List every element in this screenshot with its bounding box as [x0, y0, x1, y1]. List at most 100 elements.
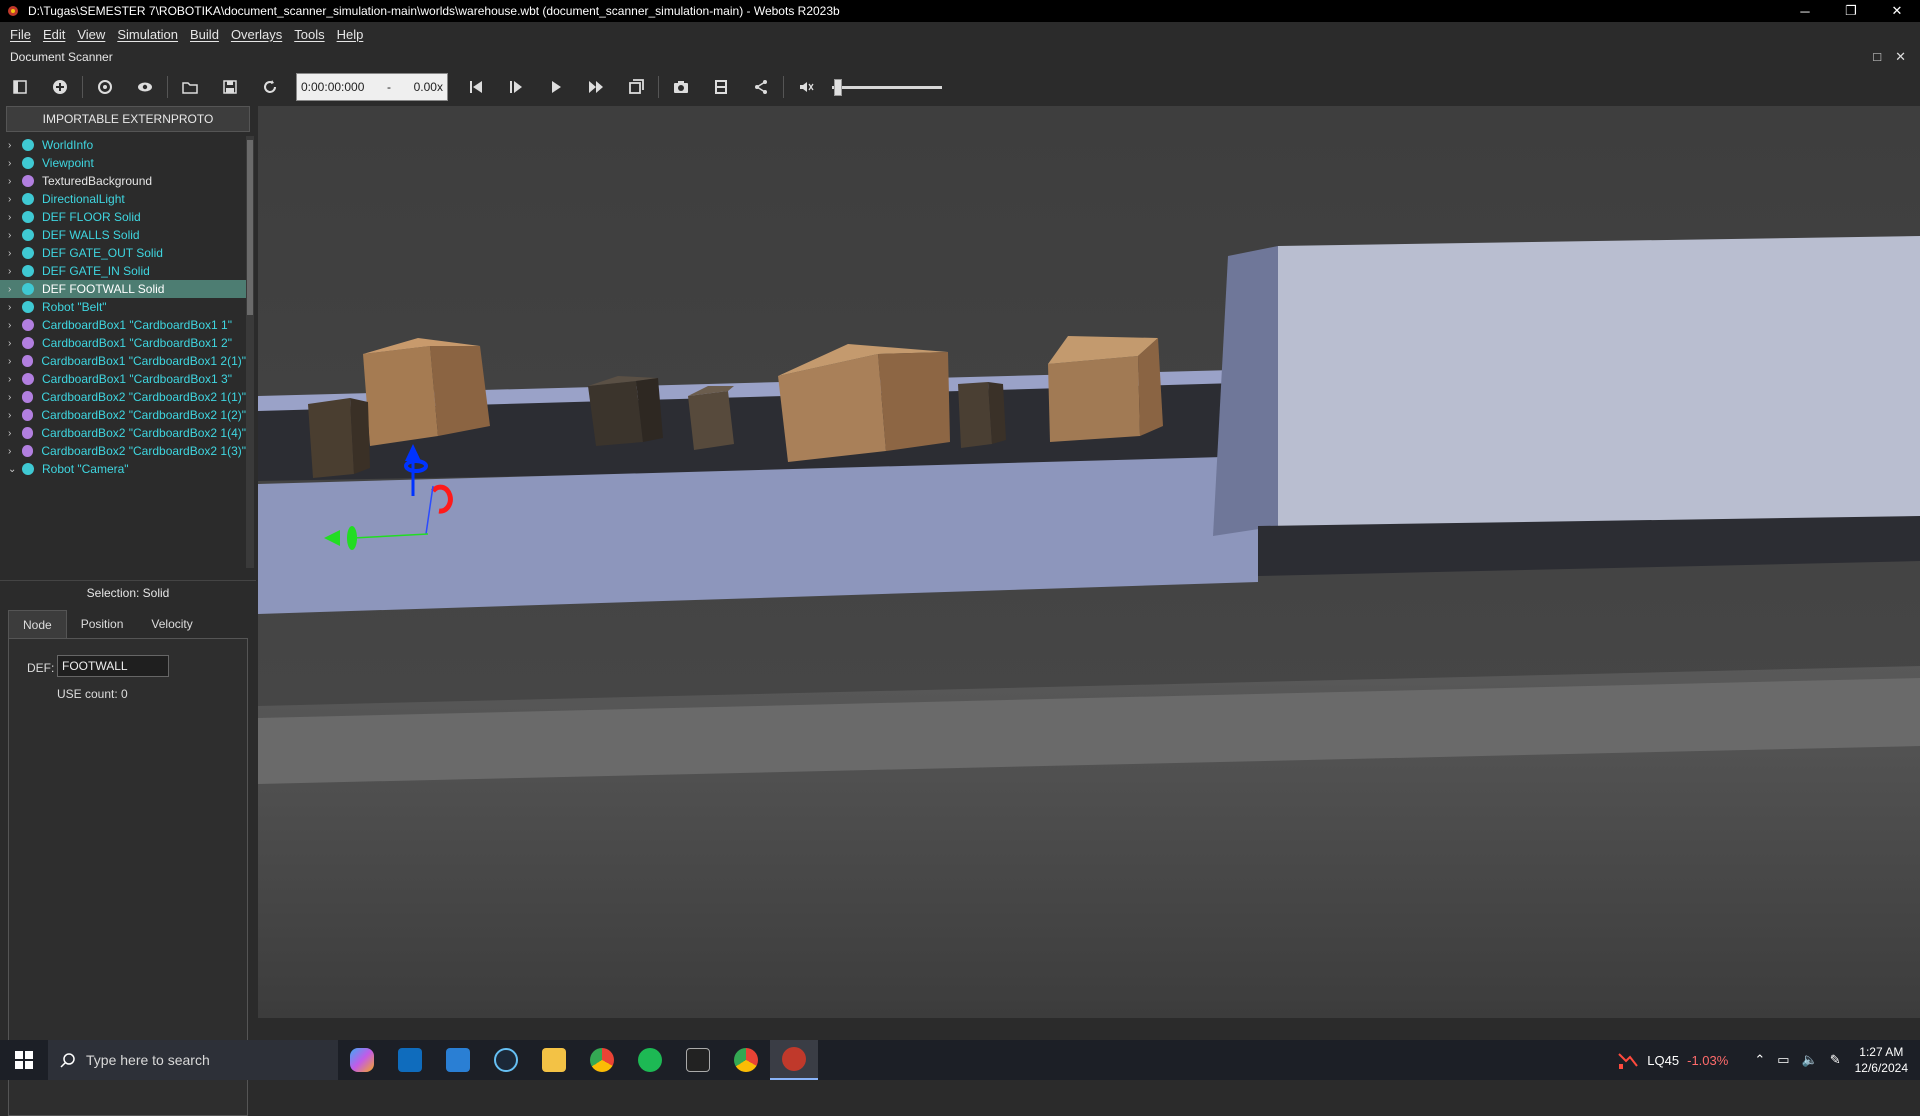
- volume-icon[interactable]: 🔈: [1802, 1052, 1818, 1068]
- copilot-icon[interactable]: [338, 1040, 386, 1080]
- webots-taskbar-icon[interactable]: [770, 1040, 818, 1080]
- reload-node-icon[interactable]: [85, 72, 125, 102]
- stock-chart-icon[interactable]: [1617, 1050, 1639, 1070]
- scene-tree-node[interactable]: › DEF FOOTWALL Solid: [0, 280, 246, 298]
- scene-tree-node[interactable]: › CardboardBox2 "CardboardBox2 1(4)": [0, 424, 246, 442]
- chevron-right-icon[interactable]: ›: [8, 266, 18, 277]
- dock-close-icon[interactable]: ✕: [1895, 49, 1906, 65]
- save-icon[interactable]: [210, 72, 250, 102]
- chevron-right-icon[interactable]: ›: [8, 248, 18, 259]
- scene-tree-node[interactable]: › WorldInfo: [0, 136, 246, 154]
- add-node-icon[interactable]: [40, 72, 80, 102]
- scene-tree-node[interactable]: ⌄ Robot "Camera": [0, 460, 246, 478]
- chevron-right-icon[interactable]: ›: [8, 356, 18, 367]
- menu-overlays[interactable]: Overlays: [225, 27, 288, 42]
- menu-tools[interactable]: Tools: [288, 27, 330, 42]
- outlook-icon[interactable]: [386, 1040, 434, 1080]
- chevron-right-icon[interactable]: ›: [8, 176, 18, 187]
- step-icon[interactable]: [496, 72, 536, 102]
- chrome-icon[interactable]: [578, 1040, 626, 1080]
- rendering-toggle-icon[interactable]: [616, 72, 656, 102]
- volume-slider-handle[interactable]: [834, 79, 842, 96]
- open-folder-icon[interactable]: [170, 72, 210, 102]
- menu-help[interactable]: Help: [331, 27, 370, 42]
- scene-tree-node[interactable]: › CardboardBox2 "CardboardBox2 1(2)": [0, 406, 246, 424]
- scene-tree-node[interactable]: › CardboardBox1 "CardboardBox1 1": [0, 316, 246, 334]
- restore-button[interactable]: ❐: [1828, 0, 1874, 22]
- taskbar-search-box[interactable]: Type here to search: [48, 1040, 338, 1080]
- menu-build[interactable]: Build: [184, 27, 225, 42]
- reset-simulation-icon[interactable]: [456, 72, 496, 102]
- scene-tree-node[interactable]: › CardboardBox1 "CardboardBox1 2(1)": [0, 352, 246, 370]
- chevron-right-icon[interactable]: ›: [8, 230, 18, 241]
- 3d-viewport[interactable]: [258, 106, 1920, 1018]
- minimize-button[interactable]: ─: [1782, 0, 1828, 22]
- cardboard-box[interactable]: [308, 398, 370, 478]
- def-input[interactable]: FOOTWALL: [57, 655, 169, 677]
- chevron-right-icon[interactable]: ›: [8, 140, 18, 151]
- chevron-down-icon[interactable]: ⌄: [8, 464, 18, 475]
- reload-world-icon[interactable]: [250, 72, 290, 102]
- tab-position[interactable]: Position: [67, 610, 138, 638]
- scene-tree-node[interactable]: › DEF GATE_IN Solid: [0, 262, 246, 280]
- share-icon[interactable]: [741, 72, 781, 102]
- close-button[interactable]: ✕: [1874, 0, 1920, 22]
- scene-tree-node[interactable]: › CardboardBox1 "CardboardBox1 2": [0, 334, 246, 352]
- chevron-right-icon[interactable]: ›: [8, 158, 18, 169]
- scene-tree-node[interactable]: › CardboardBox2 "CardboardBox2 1(1)": [0, 388, 246, 406]
- clock[interactable]: 1:27 AM 12/6/2024: [1855, 1044, 1908, 1076]
- pen-icon[interactable]: ✎: [1830, 1052, 1841, 1068]
- scene-tree-node[interactable]: › CardboardBox1 "CardboardBox1 3": [0, 370, 246, 388]
- scene-tree-node[interactable]: › DirectionalLight: [0, 190, 246, 208]
- scene-tree-node[interactable]: › Robot "Belt": [0, 298, 246, 316]
- menu-simulation[interactable]: Simulation: [111, 27, 184, 42]
- chevron-right-icon[interactable]: ›: [8, 320, 18, 331]
- chevron-right-icon[interactable]: ›: [8, 284, 18, 295]
- epic-games-icon[interactable]: [674, 1040, 722, 1080]
- scrollbar-thumb[interactable]: [247, 140, 253, 315]
- windows-start-button[interactable]: [0, 1040, 48, 1080]
- tab-node[interactable]: Node: [8, 610, 67, 638]
- tab-velocity[interactable]: Velocity: [137, 610, 206, 638]
- toggle-scene-tree-icon[interactable]: [0, 72, 40, 102]
- chrome-profile-icon[interactable]: [722, 1040, 770, 1080]
- cardboard-box[interactable]: [958, 382, 1006, 448]
- chevron-right-icon[interactable]: ›: [8, 374, 18, 385]
- scene-tree-node[interactable]: › DEF GATE_OUT Solid: [0, 244, 246, 262]
- chevron-right-icon[interactable]: ›: [8, 302, 18, 313]
- screenshot-camera-icon[interactable]: [661, 72, 701, 102]
- chevron-right-icon[interactable]: ›: [8, 410, 18, 421]
- menu-file[interactable]: File: [4, 27, 37, 42]
- chevron-right-icon[interactable]: ›: [8, 428, 18, 439]
- cardboard-box[interactable]: [1048, 336, 1163, 442]
- chevron-right-icon[interactable]: ›: [8, 338, 18, 349]
- spotify-icon[interactable]: [626, 1040, 674, 1080]
- menu-view[interactable]: View: [71, 27, 111, 42]
- cardboard-box[interactable]: [688, 386, 734, 450]
- 3d-scene[interactable]: [258, 106, 1920, 1018]
- cardboard-box[interactable]: [588, 376, 663, 446]
- chevron-right-icon[interactable]: ›: [8, 194, 18, 205]
- scene-tree-node[interactable]: › DEF WALLS Solid: [0, 226, 246, 244]
- scene-tree-node[interactable]: › DEF FLOOR Solid: [0, 208, 246, 226]
- chevron-right-icon[interactable]: ›: [8, 392, 18, 403]
- scene-tree-node[interactable]: › TexturedBackground: [0, 172, 246, 190]
- record-movie-icon[interactable]: [701, 72, 741, 102]
- dock-float-icon[interactable]: □: [1873, 49, 1881, 65]
- scene-tree-node[interactable]: › Viewpoint: [0, 154, 246, 172]
- microsoft-store-icon[interactable]: [434, 1040, 482, 1080]
- volume-slider[interactable]: [832, 72, 942, 102]
- eye-icon[interactable]: [125, 72, 165, 102]
- mute-speaker-icon[interactable]: [786, 72, 826, 102]
- play-icon[interactable]: [536, 72, 576, 102]
- file-explorer-icon[interactable]: [530, 1040, 578, 1080]
- fast-forward-icon[interactable]: [576, 72, 616, 102]
- chevron-right-icon[interactable]: ›: [8, 446, 18, 457]
- network-icon[interactable]: ▭: [1777, 1052, 1789, 1068]
- scene-tree-node[interactable]: › CardboardBox2 "CardboardBox2 1(3)": [0, 442, 246, 460]
- chevron-right-icon[interactable]: ›: [8, 212, 18, 223]
- chevron-up-icon[interactable]: ⌃: [1754, 1052, 1765, 1068]
- importable-externproto-button[interactable]: IMPORTABLE EXTERNPROTO: [6, 106, 250, 132]
- steam-icon[interactable]: [482, 1040, 530, 1080]
- menu-edit[interactable]: Edit: [37, 27, 71, 42]
